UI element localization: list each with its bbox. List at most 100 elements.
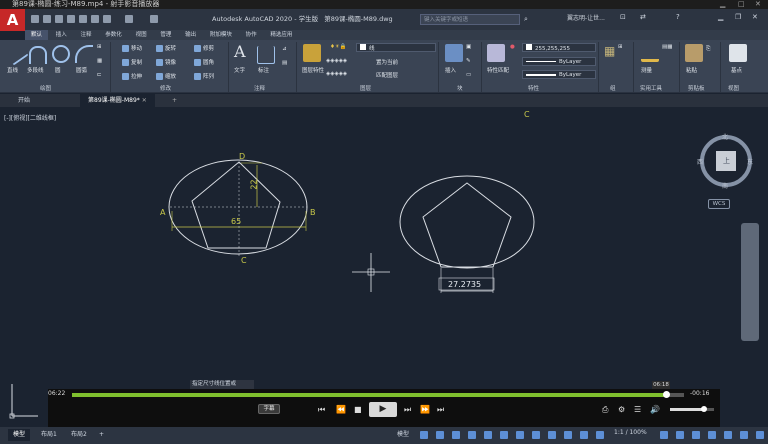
compass-east[interactable]: 东 (747, 157, 753, 166)
clean-screen-icon[interactable] (740, 431, 748, 439)
help-icon[interactable]: ? (676, 13, 680, 21)
object-snap-icon[interactable] (516, 431, 524, 439)
insert-block-icon[interactable] (445, 44, 463, 62)
hatch-icon[interactable]: ▦ (97, 58, 102, 64)
copy-clip-icon[interactable]: ⎘ (706, 46, 710, 53)
tab-manage[interactable]: 管理 (154, 30, 177, 40)
progress-handle[interactable] (662, 391, 670, 398)
search-icon[interactable]: ⌕ (524, 15, 528, 24)
panel-label-modify[interactable]: 修改 (160, 84, 171, 92)
save-icon[interactable] (55, 15, 63, 23)
panel-label-block[interactable]: 块 (457, 84, 463, 92)
polar-icon[interactable] (468, 431, 476, 439)
tab-model[interactable]: 模型 (8, 429, 31, 441)
circle-icon[interactable] (52, 45, 70, 63)
color-select[interactable]: 255,255,255 (522, 43, 596, 52)
more-draw-icon[interactable]: ⊞ (97, 44, 102, 50)
panel-label-layers[interactable]: 图层 (360, 84, 371, 92)
group-icon[interactable]: ▦ (604, 44, 615, 58)
workspace-icon[interactable] (660, 431, 668, 439)
units-icon[interactable] (692, 431, 700, 439)
layer-properties-icon[interactable] (303, 44, 321, 62)
ortho-icon[interactable] (452, 431, 460, 439)
tab-collaborate[interactable]: 协作 (240, 30, 263, 40)
window-minimize-icon[interactable]: ▁ (718, 13, 723, 21)
paste-icon[interactable] (685, 44, 703, 62)
transparency-icon[interactable] (548, 431, 556, 439)
base-view-icon[interactable] (729, 44, 747, 62)
text-tool-label[interactable]: 文字 (234, 66, 245, 74)
utility-icons[interactable]: ▤▦ (662, 44, 672, 50)
panel-label-draw[interactable]: 绘图 (40, 84, 51, 92)
isodraft-icon[interactable] (484, 431, 492, 439)
match-properties-label[interactable]: 特性匹配 (487, 66, 509, 74)
tab-drawing[interactable]: 第89课-椭圆-M89* ✕ (80, 94, 155, 107)
polyline-icon[interactable] (29, 46, 47, 64)
autocad-logo[interactable]: A (0, 9, 25, 31)
compass-south[interactable]: 南 (722, 181, 728, 190)
subtitle-button[interactable]: 字幕 (258, 404, 280, 414)
create-block-icon[interactable]: ▣ (466, 44, 471, 50)
panel-label-groups[interactable]: 组 (610, 84, 616, 92)
prev-icon[interactable]: ⏮ (318, 405, 325, 414)
selection-cycling-icon[interactable] (564, 431, 572, 439)
new-tab-icon[interactable]: + (164, 94, 185, 107)
snap-icon[interactable] (436, 431, 444, 439)
paste-label[interactable]: 粘贴 (686, 66, 697, 74)
stretch-tool[interactable]: 拉伸 (122, 72, 142, 80)
isolate-objects-icon[interactable] (708, 431, 716, 439)
annotation-monitor-icon[interactable] (676, 431, 684, 439)
object-snap-tracking-icon[interactable] (500, 431, 508, 439)
grid-icon[interactable] (420, 431, 428, 439)
match-layer[interactable]: 匹配图层 (376, 71, 398, 79)
cube-top-label[interactable]: 上 (723, 156, 730, 166)
layer-select[interactable]: 线 (356, 43, 436, 52)
search-input[interactable]: 键入关键字或短语 (420, 14, 520, 25)
measure-label[interactable]: 测量 (641, 66, 652, 74)
tab-addins[interactable]: 附加模块 (204, 30, 238, 40)
play-button[interactable]: ▶ (369, 402, 397, 417)
layer-state-icons[interactable]: ♦☀🔒 (330, 44, 347, 50)
insert-block-label[interactable]: 插入 (445, 66, 456, 74)
tab-default[interactable]: 默认 (25, 30, 49, 40)
tab-parametric[interactable]: 参数化 (99, 30, 128, 40)
hardware-acceleration-icon[interactable] (724, 431, 732, 439)
edit-block-icon[interactable]: ✎ (466, 58, 471, 64)
table-icon[interactable]: ▤ (282, 60, 287, 66)
save-as-icon[interactable] (67, 15, 75, 23)
measure-icon[interactable] (641, 44, 659, 62)
group-tools-icons[interactable]: ⊞ (618, 44, 623, 50)
stop-icon[interactable]: ■ (354, 405, 362, 414)
draw-line-label[interactable]: 直线 (7, 66, 18, 74)
mirror-tool[interactable]: 镜像 (156, 58, 176, 66)
boundary-icon[interactable]: ⊏ (97, 72, 102, 78)
leader-icon[interactable]: ⊿ (282, 46, 287, 52)
window-close-icon[interactable]: ✕ (752, 13, 758, 21)
navigation-bar[interactable] (741, 223, 759, 341)
draw-arc-label[interactable]: 圆弧 (76, 66, 87, 74)
base-view-label[interactable]: 基点 (731, 66, 742, 74)
model-space-button[interactable]: 模型 (397, 429, 409, 438)
window-restore-icon[interactable]: ❐ (735, 13, 741, 21)
panel-label-utilities[interactable]: 实用工具 (640, 84, 662, 92)
fast-forward-icon[interactable]: ⏩ (420, 405, 430, 414)
draw-polyline-label[interactable]: 多段线 (27, 66, 44, 74)
close-icon[interactable]: ✕ (755, 0, 761, 9)
layer-tools-icons[interactable]: ◈◈◈◈◈ (326, 58, 347, 64)
tab-view[interactable]: 视图 (130, 30, 153, 40)
block-attribute-icon[interactable]: ▭ (466, 72, 471, 78)
tab-layout1[interactable]: 布局1 (36, 429, 62, 441)
rewind-icon[interactable]: ⏪ (336, 405, 346, 414)
redo-icon[interactable] (125, 15, 133, 23)
undo-icon[interactable] (103, 15, 111, 23)
tab-layout2[interactable]: 布局2 (66, 429, 92, 441)
annotation-icon[interactable] (580, 431, 588, 439)
open-file-icon[interactable]: ⎙ (602, 405, 608, 414)
rotate-tool[interactable]: 旋转 (156, 44, 176, 52)
tab-insert[interactable]: 插入 (50, 30, 73, 40)
tab-output[interactable]: 输出 (179, 30, 202, 40)
compass-north[interactable]: 北 (722, 132, 728, 141)
next-icon[interactable]: ⏭ (437, 405, 444, 414)
text-icon[interactable]: A (234, 42, 246, 61)
tab-start[interactable]: 开始 (10, 94, 38, 107)
